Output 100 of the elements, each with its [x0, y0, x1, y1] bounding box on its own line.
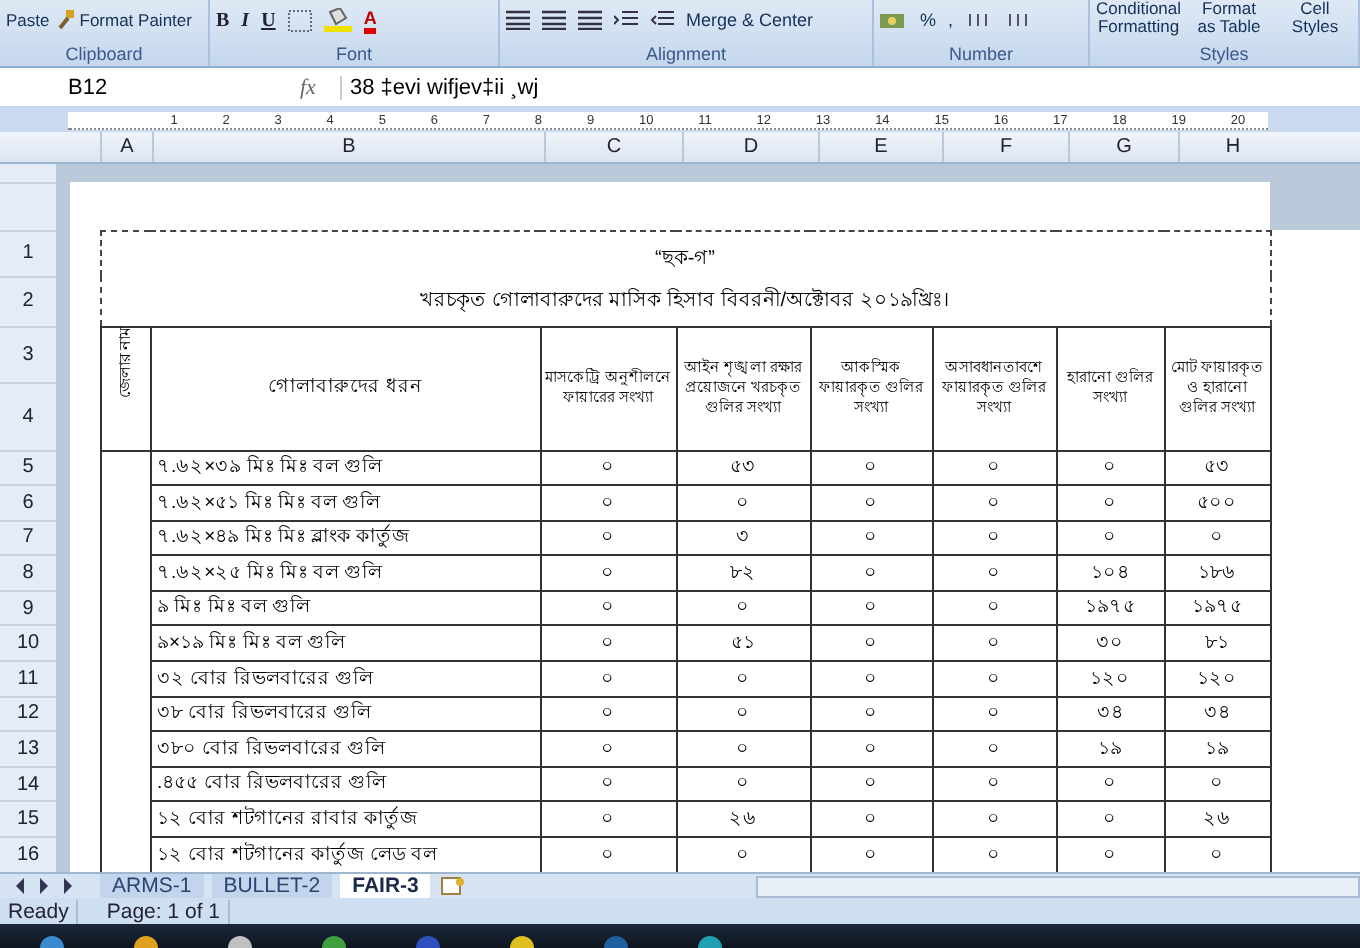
column-header[interactable]: G — [1068, 132, 1178, 162]
percent-button[interactable]: % — [920, 10, 937, 30]
table-cell: ০ — [1210, 526, 1224, 549]
table-cell: ৩৪ — [1204, 702, 1230, 725]
table-cell: ০ — [1103, 526, 1117, 549]
table-cell: ১৯ — [1205, 737, 1229, 760]
column-header[interactable]: F — [942, 132, 1068, 162]
table-cell: ৮১ — [1205, 632, 1229, 655]
table-cell: ০ — [736, 667, 750, 690]
borders-icon — [287, 9, 312, 31]
table-cell: ৩০ — [1096, 632, 1124, 655]
align-icon — [578, 10, 602, 30]
table-cell: ০ — [987, 702, 1001, 725]
table-cell: ০ — [987, 667, 1001, 690]
table-cell: ০ — [987, 596, 1001, 619]
row-header[interactable]: 4 — [22, 405, 34, 427]
table-cell: ০ — [1103, 772, 1117, 795]
table-cell: ০ — [601, 456, 615, 479]
table-cell: ১৯৭৫ — [1085, 596, 1135, 619]
app-icon[interactable] — [40, 936, 64, 948]
paste-button[interactable]: Paste — [6, 10, 50, 30]
table-cell: ০ — [601, 843, 615, 866]
font-style-button[interactable]: U — [261, 9, 276, 31]
table-cell: ৭.৬২×৫১ মিঃ মিঃ বল গুলি — [157, 491, 381, 514]
column-header[interactable]: E — [818, 132, 942, 162]
table-cell: ৭.৬২×৩৯ মিঃ মিঃ বল গুলি — [157, 456, 383, 479]
group-label: Clipboard — [65, 42, 143, 66]
table-cell: ০ — [987, 526, 1001, 549]
table-cell: ০ — [1210, 843, 1224, 866]
align-icon — [542, 10, 566, 30]
column-header[interactable]: B — [152, 132, 544, 162]
indent-icon — [650, 10, 674, 30]
sheet-tab[interactable]: BULLET-2 — [211, 874, 333, 898]
table-cell: ১৮৬ — [1198, 561, 1236, 584]
column-header[interactable]: C — [544, 132, 682, 162]
sheet-tab[interactable]: FAIR-3 — [340, 874, 431, 898]
table-cell: ৯ মিঃ মিঃ বল গুলি — [157, 596, 311, 619]
styles-button[interactable]: Cell Styles — [1278, 0, 1352, 36]
group-label: Alignment — [645, 42, 727, 66]
group-label: Font — [335, 42, 372, 66]
comma-button[interactable]: , — [948, 10, 954, 30]
new-sheet-icon[interactable] — [438, 876, 467, 896]
table-cell: ৫০০ — [1197, 491, 1237, 514]
table-cell: ৩৮ বোর রিভলবারের গুলি — [157, 702, 371, 725]
table-cell: ০ — [987, 491, 1001, 514]
app-icon[interactable] — [322, 936, 346, 948]
row-header[interactable]: 8 — [22, 562, 34, 585]
table-cell: ১৯ — [1098, 737, 1122, 760]
fill-color-icon — [323, 8, 352, 32]
row-header[interactable]: 7 — [22, 526, 34, 549]
app-icon[interactable] — [510, 936, 534, 948]
table-cell: ০ — [987, 632, 1001, 655]
row-header[interactable]: 1 — [22, 242, 34, 264]
row-header[interactable]: 3 — [22, 343, 34, 365]
app-icon[interactable] — [698, 936, 722, 948]
function-button[interactable]: fx — [300, 75, 340, 99]
table-cell: ০ — [736, 702, 750, 725]
column-header[interactable]: D — [682, 132, 818, 162]
merge-center-button[interactable]: Merge & Center — [686, 10, 814, 30]
row-header[interactable]: 9 — [22, 597, 34, 620]
styles-button[interactable]: Conditional Formatting — [1096, 0, 1180, 36]
font-color-button[interactable]: A — [363, 7, 377, 33]
column-header[interactable]: H — [1178, 132, 1286, 162]
row-header[interactable]: 6 — [22, 491, 34, 514]
table-cell: ১৯৭৫ — [1192, 596, 1242, 619]
table-cell: ২৬ — [1203, 807, 1231, 830]
table-cell: ০ — [864, 667, 878, 690]
row-header[interactable]: 2 — [22, 290, 34, 312]
format-painter-button[interactable]: Format Painter — [55, 10, 192, 30]
currency-icon — [880, 10, 908, 30]
horizontal-scrollbar[interactable] — [756, 875, 1360, 897]
table-cell: ০ — [736, 491, 750, 514]
table-cell: ৩ — [736, 526, 750, 549]
table-cell: ০ — [601, 491, 615, 514]
table-cell: ০ — [864, 737, 878, 760]
table-cell: ৫৩ — [730, 456, 756, 479]
table-cell: ০ — [601, 526, 615, 549]
styles-button[interactable]: Format as Table — [1192, 0, 1266, 36]
font-style-button[interactable]: B — [216, 9, 230, 31]
table-cell: ০ — [1103, 491, 1117, 514]
table-cell: ০ — [864, 702, 878, 725]
app-icon[interactable] — [228, 936, 252, 948]
table-cell: ০ — [864, 807, 878, 830]
table-cell: ১০৪ — [1091, 561, 1129, 584]
row-header[interactable]: 5 — [22, 456, 34, 479]
table-cell: ০ — [864, 561, 878, 584]
table-cell: ০ — [864, 843, 878, 866]
font-style-button[interactable]: I — [241, 9, 250, 31]
formula-field[interactable]: 38 ‡evi wifjev‡ii ¸wj — [340, 75, 1360, 99]
table-cell: ০ — [864, 772, 878, 795]
table-cell: ০ — [1103, 843, 1117, 866]
table-cell: ০ — [1210, 772, 1224, 795]
table-cell: ০ — [601, 561, 615, 584]
name-box[interactable]: B12 — [0, 75, 200, 99]
sheet-tab[interactable]: ARMS-1 — [100, 874, 204, 898]
table-cell: ০ — [736, 843, 750, 866]
table-cell: ০ — [736, 737, 750, 760]
app-icon[interactable] — [134, 936, 158, 948]
table-cell: ০ — [736, 772, 750, 795]
column-header[interactable]: A — [100, 132, 152, 162]
